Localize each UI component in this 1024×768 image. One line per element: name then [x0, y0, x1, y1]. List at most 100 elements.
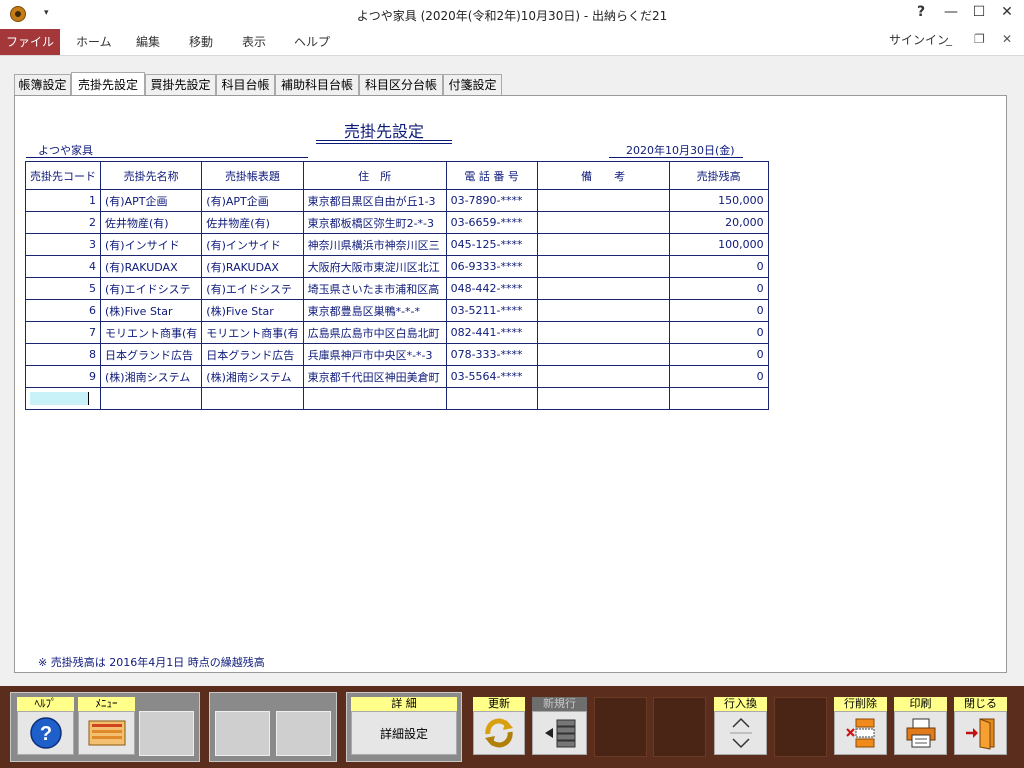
- help-footer-button[interactable]: ﾍﾙﾌﾟ ?: [17, 697, 74, 757]
- cell-note[interactable]: [536, 343, 670, 366]
- print-button[interactable]: 印刷: [894, 697, 947, 757]
- new-row-button[interactable]: 新規行: [532, 697, 587, 757]
- cell-ledger[interactable]: 佐井物産(有): [201, 211, 304, 234]
- cell-phone[interactable]: [445, 387, 538, 410]
- close-window-button[interactable]: ✕: [992, 4, 1022, 20]
- close-button[interactable]: 閉じる: [954, 697, 1007, 757]
- cell-name[interactable]: モリエント商事(有: [99, 321, 203, 344]
- table-row-new[interactable]: [25, 387, 769, 410]
- cell-ledger[interactable]: (株)Five Star: [201, 299, 304, 322]
- cell-phone[interactable]: 03-5211-****: [445, 299, 538, 322]
- cell-note[interactable]: [536, 387, 670, 410]
- cell-address[interactable]: 東京都千代田区神田美倉町: [302, 365, 447, 388]
- table-row[interactable]: 2 佐井物産(有) 佐井物産(有) 東京都板橋区弥生町2-*-3 03-6659…: [25, 211, 769, 234]
- cell-phone[interactable]: 03-7890-****: [445, 189, 538, 212]
- menu-edit[interactable]: 編集: [136, 29, 160, 55]
- new-row-icon-box[interactable]: [532, 711, 587, 755]
- cell-note[interactable]: [536, 211, 670, 234]
- cell-address[interactable]: 埼玉県さいたま市浦和区高: [302, 277, 447, 300]
- cell-name[interactable]: (株)Five Star: [99, 299, 203, 322]
- cell-balance[interactable]: 0: [668, 255, 769, 278]
- table-row[interactable]: 9 (株)湘南システム (株)湘南システム 東京都千代田区神田美倉町 03-55…: [25, 365, 769, 388]
- update-icon-box[interactable]: [473, 711, 525, 755]
- table-row[interactable]: 3 (有)インサイド (有)インサイド 神奈川県横浜市神奈川区三 045-125…: [25, 233, 769, 256]
- tab-receivable-settings[interactable]: 売掛先設定: [71, 72, 145, 95]
- cell-address[interactable]: 東京都豊島区巣鴨*-*-*: [302, 299, 447, 322]
- cell-note[interactable]: [536, 365, 670, 388]
- cell-code[interactable]: 3: [25, 233, 101, 256]
- menu-move[interactable]: 移動: [189, 29, 213, 55]
- cell-code-active[interactable]: [25, 387, 101, 410]
- cell-address[interactable]: 東京都目黒区自由が丘1-3: [302, 189, 447, 212]
- col-header-name[interactable]: 売掛先名称: [99, 161, 203, 190]
- signin-link[interactable]: サインイン: [889, 31, 949, 48]
- cell-phone[interactable]: 06-9333-****: [445, 255, 538, 278]
- cell-ledger[interactable]: (有)APT企画: [201, 189, 304, 212]
- doc-close-button[interactable]: ✕: [1002, 32, 1012, 46]
- col-header-address[interactable]: 住 所: [302, 161, 447, 190]
- cell-note[interactable]: [536, 277, 670, 300]
- table-row[interactable]: 5 (有)エイドシステ (有)エイドシステ 埼玉県さいたま市浦和区高 048-4…: [25, 277, 769, 300]
- col-header-code[interactable]: 売掛先コード: [25, 161, 101, 190]
- cell-balance[interactable]: 0: [668, 365, 769, 388]
- cell-balance[interactable]: 0: [668, 321, 769, 344]
- row-delete-button[interactable]: 行削除: [834, 697, 887, 757]
- cell-ledger[interactable]: モリエント商事(有: [201, 321, 304, 344]
- cell-ledger[interactable]: (有)RAKUDAX: [201, 255, 304, 278]
- cell-ledger[interactable]: (有)インサイド: [201, 233, 304, 256]
- close-icon-box[interactable]: [954, 711, 1007, 755]
- row-swap-button[interactable]: 行入換: [714, 697, 767, 757]
- cell-name[interactable]: (株)湘南システム: [99, 365, 203, 388]
- cell-note[interactable]: [536, 189, 670, 212]
- col-header-balance[interactable]: 売掛残高: [668, 161, 769, 190]
- cell-ledger[interactable]: 日本グランド広告: [201, 343, 304, 366]
- cell-code[interactable]: 8: [25, 343, 101, 366]
- cell-code[interactable]: 4: [25, 255, 101, 278]
- cell-address[interactable]: 東京都板橋区弥生町2-*-3: [302, 211, 447, 234]
- cell-code[interactable]: 7: [25, 321, 101, 344]
- menu-footer-button[interactable]: ﾒﾆｭｰ: [78, 697, 135, 757]
- cell-ledger[interactable]: [201, 387, 304, 410]
- table-row[interactable]: 4 (有)RAKUDAX (有)RAKUDAX 大阪府大阪市東淀川区北江 06-…: [25, 255, 769, 278]
- cell-name[interactable]: 佐井物産(有): [99, 211, 203, 234]
- cell-phone[interactable]: 03-6659-****: [445, 211, 538, 234]
- help-button[interactable]: ?: [906, 4, 936, 20]
- cell-balance[interactable]: [668, 387, 769, 410]
- menu-view[interactable]: 表示: [242, 29, 266, 55]
- table-row[interactable]: 8 日本グランド広告 日本グランド広告 兵庫県神戸市中央区*-*-3 078-3…: [25, 343, 769, 366]
- cell-code[interactable]: 1: [25, 189, 101, 212]
- cell-phone[interactable]: 048-442-****: [445, 277, 538, 300]
- cell-name[interactable]: (有)インサイド: [99, 233, 203, 256]
- table-row[interactable]: 7 モリエント商事(有 モリエント商事(有 広島県広島市中区白島北町 082-4…: [25, 321, 769, 344]
- cell-balance[interactable]: 0: [668, 299, 769, 322]
- cell-address[interactable]: 兵庫県神戸市中央区*-*-3: [302, 343, 447, 366]
- table-row[interactable]: 1 (有)APT企画 (有)APT企画 東京都目黒区自由が丘1-3 03-789…: [25, 189, 769, 212]
- cell-note[interactable]: [536, 299, 670, 322]
- print-icon-box[interactable]: [894, 711, 947, 755]
- cell-name[interactable]: (有)エイドシステ: [99, 277, 203, 300]
- tab-sub-account-ledger[interactable]: 補助科目台帳: [275, 74, 359, 95]
- cell-note[interactable]: [536, 321, 670, 344]
- cell-address[interactable]: 神奈川県横浜市神奈川区三: [302, 233, 447, 256]
- cell-phone[interactable]: 078-333-****: [445, 343, 538, 366]
- col-header-phone[interactable]: 電 話 番 号: [445, 161, 538, 190]
- table-row[interactable]: 6 (株)Five Star (株)Five Star 東京都豊島区巣鴨*-*-…: [25, 299, 769, 322]
- row-delete-icon-box[interactable]: [834, 711, 887, 755]
- cell-code[interactable]: 5: [25, 277, 101, 300]
- menu-home[interactable]: ホーム: [76, 29, 112, 55]
- active-cell-highlight[interactable]: [30, 392, 89, 405]
- cell-code[interactable]: 6: [25, 299, 101, 322]
- tab-payable-settings[interactable]: 買掛先設定: [145, 74, 216, 95]
- tab-sticky-settings[interactable]: 付箋設定: [443, 74, 502, 95]
- doc-restore-button[interactable]: ❐: [974, 32, 985, 46]
- doc-minimize-button[interactable]: _: [946, 32, 952, 46]
- col-header-ledger-title[interactable]: 売掛帳表題: [201, 161, 304, 190]
- row-swap-icon-box[interactable]: [714, 711, 767, 755]
- menu-help[interactable]: ヘルプ: [294, 29, 330, 55]
- cell-balance[interactable]: 0: [668, 277, 769, 300]
- cell-note[interactable]: [536, 255, 670, 278]
- cell-balance[interactable]: 100,000: [668, 233, 769, 256]
- help-icon-box[interactable]: ?: [17, 711, 74, 755]
- cell-phone[interactable]: 045-125-****: [445, 233, 538, 256]
- cell-address[interactable]: 広島県広島市中区白島北町: [302, 321, 447, 344]
